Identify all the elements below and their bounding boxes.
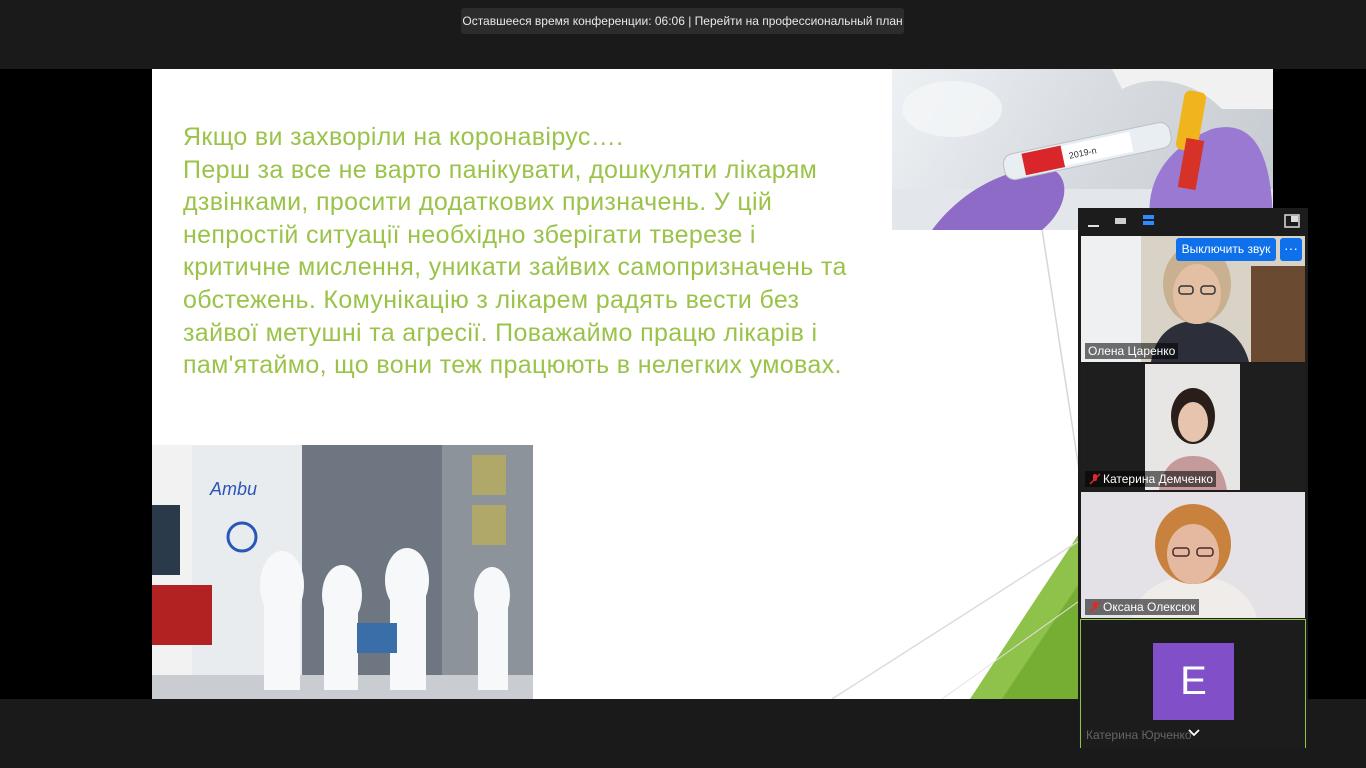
participant-name-muted: Катерина Демченко	[1085, 471, 1217, 487]
participant-video-tile[interactable]: Катерина Демченко	[1081, 364, 1305, 490]
participant-name: Катерина Демченко	[1103, 472, 1214, 486]
meeting-time-remaining-banner[interactable]: Оставшееся время конференции: 06:06 | Пе…	[461, 8, 904, 34]
participant-name: Олена Царенко	[1085, 343, 1179, 359]
participant-video-tile[interactable]: Оксана Олексюк	[1081, 492, 1305, 618]
participant-name: Катерина Юрченко	[1086, 728, 1192, 742]
speaker-view-icon[interactable]	[1141, 214, 1157, 228]
slide-body-text: Якщо ви захворіли на коронавірус…. Перш …	[183, 121, 943, 382]
participant-avatar-tile[interactable]: E Катерина Юрченко	[1080, 619, 1306, 748]
mute-participant-button[interactable]: Выключить звук	[1176, 238, 1276, 261]
slide-text-line: непростій ситуації необхідно зберігати т…	[183, 220, 756, 249]
slide-text-line: пам'ятаймо, що вони теж працюють в нелег…	[183, 351, 842, 380]
test-tube-photo: 2019-n	[892, 69, 1273, 230]
slide-text-line: обстежень. Комунікацію з лікарем радять …	[183, 285, 800, 314]
top-bar: Оставшееся время конференции: 06:06 | Пе…	[0, 0, 1366, 69]
slide-text-line: зайвої метушні та агресії. Поважаймо пра…	[183, 318, 818, 347]
participant-name: Оксана Олексюк	[1103, 600, 1196, 614]
participant-name-muted: Оксана Олексюк	[1085, 599, 1199, 615]
hide-video-icon[interactable]	[1113, 214, 1129, 228]
slide-text-line: Перш за все не варто панікувати, дошкуля…	[183, 155, 818, 184]
muted-mic-icon	[1089, 601, 1101, 613]
slide-text-line: дзвінками, просити додаткових призначень…	[183, 188, 773, 217]
chevron-down-icon[interactable]	[1185, 726, 1203, 740]
slide-text-line: критичне мислення, уникати зайвих самопр…	[183, 253, 847, 282]
muted-mic-icon	[1089, 473, 1101, 485]
panel-header	[1078, 208, 1308, 235]
slide-text-line: Якщо ви захворіли на коронавірус….	[183, 123, 624, 151]
ambulance-sign-text: Ambu	[209, 479, 257, 499]
avatar: E	[1153, 643, 1234, 720]
float-view-icon[interactable]	[1284, 214, 1300, 228]
more-options-button[interactable]: ···	[1280, 238, 1302, 261]
minimize-icon[interactable]	[1086, 214, 1102, 228]
ambulance-photo: Ambu	[152, 445, 533, 699]
